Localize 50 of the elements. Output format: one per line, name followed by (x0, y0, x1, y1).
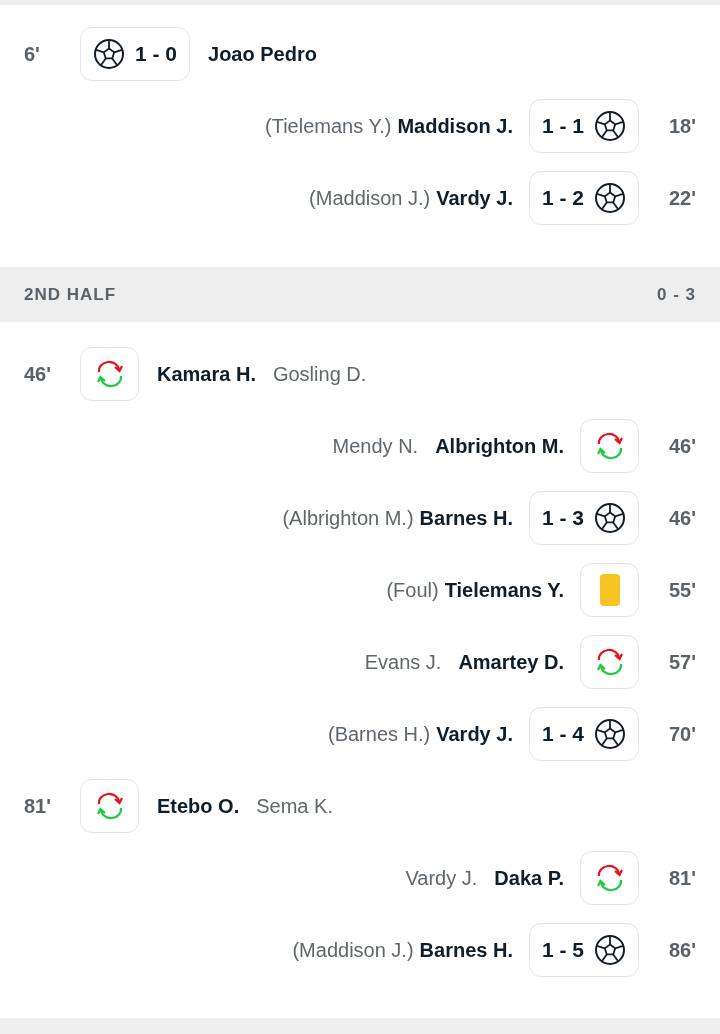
section-title: 2ND HALF (24, 284, 117, 305)
score-text: 1 - 0 (135, 42, 178, 66)
score-text: 1 - 1 (541, 114, 584, 138)
player-name: Evans J. (364, 650, 442, 674)
score-text: 1 - 5 (541, 938, 584, 962)
score-text: 1 - 2 (541, 186, 584, 210)
minute-text: 46' (668, 434, 696, 458)
detail-text: (Maddison J.) (292, 938, 414, 962)
minute-text: 70' (668, 722, 696, 746)
football-icon (93, 38, 125, 70)
minute-text: 22' (668, 186, 696, 210)
football-icon (594, 934, 626, 966)
detail-text: (Foul) (386, 578, 439, 602)
minute-text: 86' (668, 938, 696, 962)
minute-text: 81' (668, 866, 696, 890)
football-icon (594, 718, 626, 750)
player-name: Barnes H. (419, 506, 513, 530)
detail-text: (Albrighton M.) (282, 506, 414, 530)
player-name: Barnes H. (419, 938, 513, 962)
score-text: 1 - 3 (541, 506, 584, 530)
player-name: Joao Pedro (208, 42, 317, 66)
player-name: Vardy J. (436, 722, 513, 746)
player-name: Maddison J. (397, 114, 513, 138)
player-name: Albrighton M. (435, 434, 564, 458)
detail-text: (Barnes H.) (328, 722, 431, 746)
player-name: Mendy N. (332, 434, 419, 458)
player-name: Vardy J. (405, 866, 478, 890)
minute-text: 6' (24, 42, 41, 66)
section-score: 0 - 3 (656, 284, 696, 305)
minute-text: 18' (668, 114, 696, 138)
player-name: Gosling D. (272, 362, 367, 386)
football-icon (594, 110, 626, 142)
score-text: 1 - 4 (541, 722, 584, 746)
player-name: Etebo O. (157, 794, 240, 818)
football-icon (594, 502, 626, 534)
minute-text: 46' (24, 362, 52, 386)
player-name: Vardy J. (436, 186, 513, 210)
football-icon (594, 182, 626, 214)
booking-card-icon (599, 574, 620, 606)
minute-text: 81' (24, 794, 52, 818)
player-name: Amartey D. (458, 650, 564, 674)
player-name: Daka P. (494, 866, 564, 890)
player-name: Tielemans Y. (444, 578, 564, 602)
minute-text: 46' (668, 506, 696, 530)
detail-text: (Maddison J.) (309, 186, 431, 210)
player-name: Sema K. (256, 794, 333, 818)
minute-text: 55' (668, 578, 696, 602)
detail-text: (Tielemans Y.) (265, 114, 392, 138)
minute-text: 57' (668, 650, 696, 674)
player-name: Kamara H. (157, 362, 256, 386)
